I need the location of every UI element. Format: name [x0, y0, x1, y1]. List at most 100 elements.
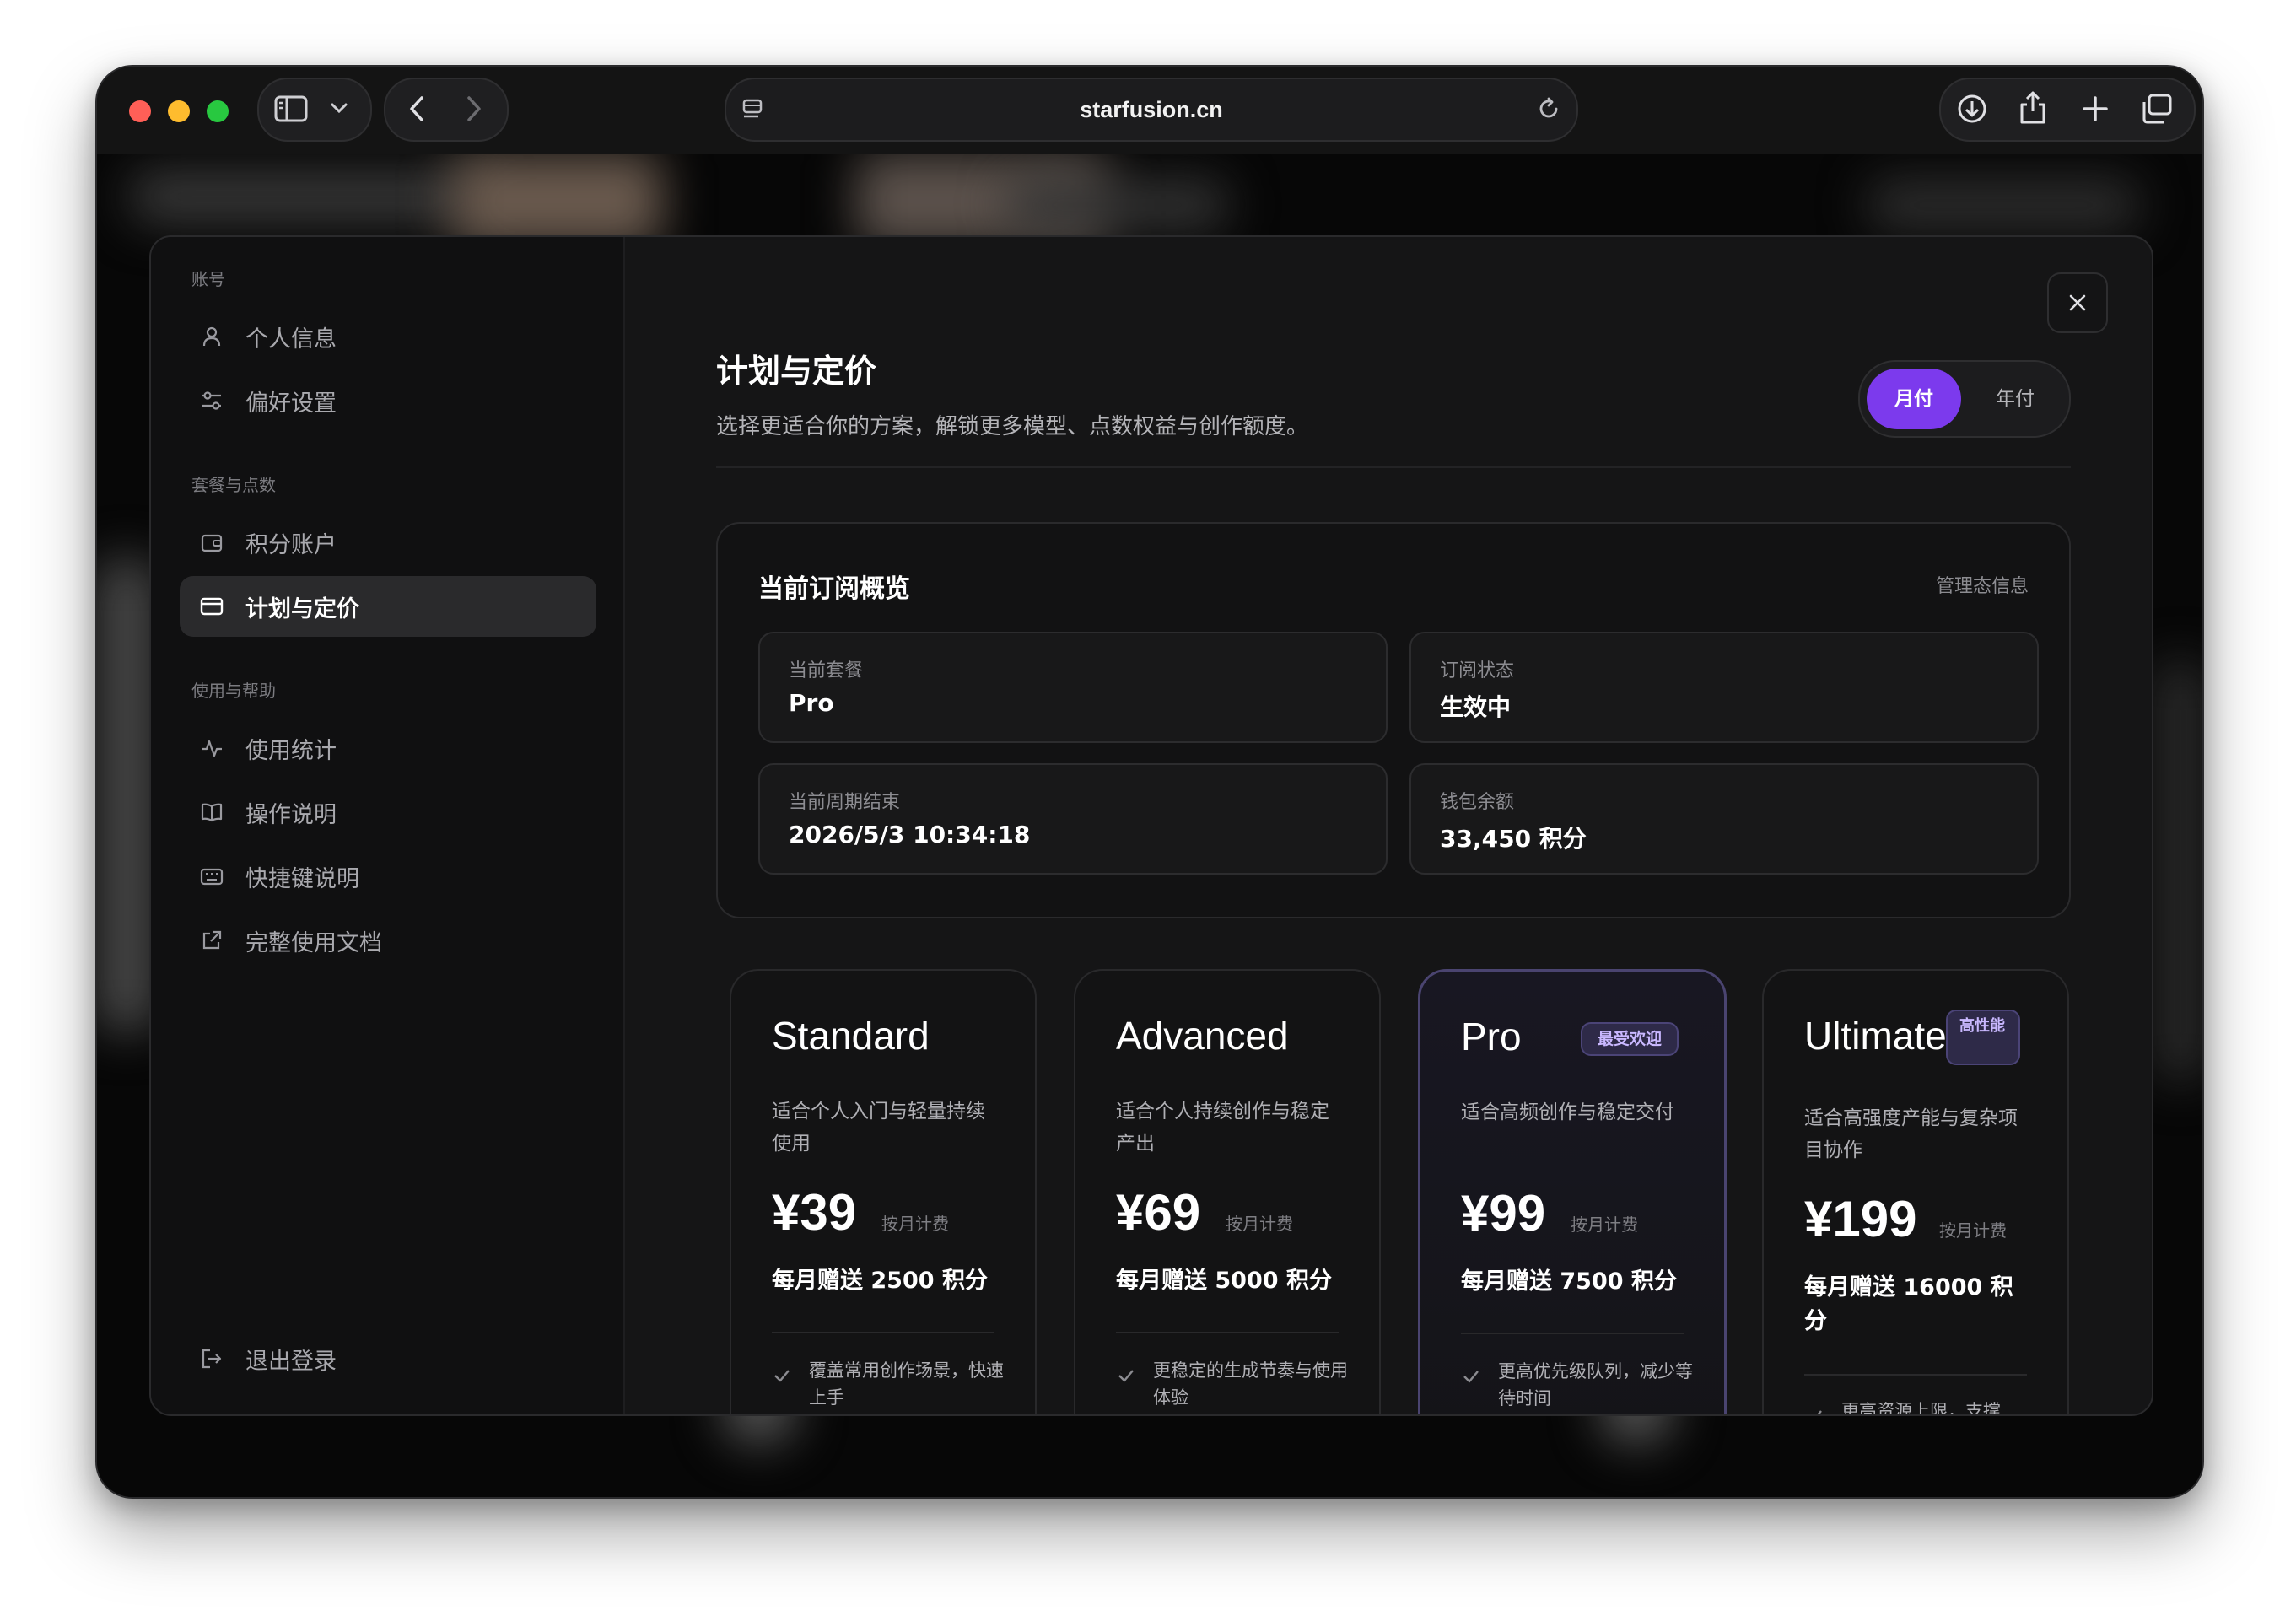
blurred-image-block	[451, 154, 662, 247]
new-tab-icon[interactable]	[2081, 94, 2110, 123]
browser-toolbar: starfusion.cn	[97, 67, 2202, 154]
subscription-status-field: 订阅状态 生效中	[1409, 632, 2039, 743]
settings-modal: 账号 个人信息 偏好设置 套餐与点数 积分账户 计划与定价 使用与帮助 使用统计…	[149, 235, 2153, 1416]
card-icon	[200, 595, 224, 618]
url-text: starfusion.cn	[1080, 97, 1223, 122]
address-bar[interactable]: starfusion.cn	[725, 78, 1578, 142]
current-plan-field: 当前套餐 Pro	[758, 632, 1388, 743]
sidebar-item-label: 使用统计	[245, 737, 337, 764]
minimize-window-button[interactable]	[168, 100, 190, 122]
plan-price: ¥199	[1804, 1191, 1917, 1247]
plan-billing-cycle: 按月计费	[1939, 1220, 2007, 1241]
back-icon[interactable]	[407, 94, 426, 123]
sidebar-section-account: 账号	[191, 269, 225, 289]
toolbar-actions	[1939, 78, 2196, 142]
plan-divider	[1116, 1332, 1339, 1333]
blurred-header-block	[131, 171, 485, 222]
plan-description: 适合个人持续创作与稳定产出	[1116, 1101, 1329, 1155]
sidebar-toggle-group	[257, 78, 372, 142]
sidebar-item-profile[interactable]: 个人信息	[180, 306, 596, 367]
keyboard-icon	[200, 864, 224, 888]
sidebar-item-label: 快捷键说明	[245, 865, 359, 892]
logout-button[interactable]: 退出登录	[180, 1328, 596, 1389]
tab-overview-icon[interactable]	[2140, 93, 2174, 125]
close-modal-button[interactable]	[2047, 272, 2108, 333]
check-icon	[1817, 1410, 1822, 1414]
blurred-side-block	[2155, 660, 2202, 1082]
plan-price: ¥99	[1461, 1185, 1546, 1241]
plan-divider	[772, 1332, 994, 1333]
sidebar-section-plans: 套餐与点数	[191, 475, 276, 495]
plan-price: ¥69	[1116, 1184, 1201, 1241]
sidebar-item-usage-stats[interactable]: 使用统计	[180, 718, 596, 778]
plan-description: 适合高频创作与稳定交付	[1461, 1101, 1674, 1123]
close-window-button[interactable]	[129, 100, 151, 122]
sidebar-item-credits[interactable]: 积分账户	[180, 512, 596, 573]
blurred-header-block	[1008, 180, 1227, 230]
pricing-panel: 计划与定价 选择更适合你的方案，解锁更多模型、点数权益与创作额度。 月付 年付 …	[625, 237, 2152, 1414]
logout-icon	[200, 1347, 224, 1371]
period-end-field: 当前周期结束 2026/5/3 10:34:18	[758, 763, 1388, 875]
check-icon	[1463, 1371, 1479, 1383]
plan-price: ¥39	[772, 1184, 857, 1241]
plan-card-ultimate[interactable]: Ultimate 高性能 适合高强度产能与复杂项目协作 ¥199 按月计费 每月…	[1762, 969, 2069, 1416]
sidebar-item-docs[interactable]: 完整使用文档	[180, 910, 596, 971]
wallet-balance-field: 钱包余额 33,450 积分	[1409, 763, 2039, 875]
external-link-icon	[200, 929, 224, 952]
plan-feature: 更高优先级队列，减少等待时间	[1498, 1361, 1693, 1408]
sidebar-item-label: 个人信息	[245, 326, 337, 353]
sidebar-item-label: 偏好设置	[245, 390, 337, 417]
close-icon	[2069, 294, 2086, 311]
check-icon	[1118, 1370, 1134, 1382]
plan-credits: 每月赠送 2500 积分	[772, 1268, 988, 1294]
nav-button-group	[384, 78, 509, 142]
field-key: 当前套餐	[789, 660, 864, 681]
field-key: 钱包余额	[1440, 792, 1515, 813]
plan-feature: 更高资源上限，支撑	[1841, 1401, 2001, 1416]
sidebar-item-pricing[interactable]: 计划与定价	[180, 576, 596, 637]
plan-card-pro[interactable]: Pro 最受欢迎 适合高频创作与稳定交付 ¥99 按月计费 每月赠送 7500 …	[1418, 969, 1727, 1414]
plan-credits: 每月赠送 5000 积分	[1116, 1268, 1332, 1294]
plan-billing-cycle: 按月计费	[881, 1214, 949, 1234]
share-icon[interactable]	[2018, 89, 2047, 125]
sidebar-icon[interactable]	[274, 94, 308, 123]
activity-icon	[200, 736, 224, 760]
manage-status-link[interactable]: 管理态信息	[1936, 571, 2029, 598]
sidebar-item-shortcuts[interactable]: 快捷键说明	[180, 846, 596, 907]
check-icon	[774, 1370, 790, 1382]
plan-name: Pro	[1461, 1015, 1522, 1058]
sidebar-item-preferences[interactable]: 偏好设置	[180, 370, 596, 431]
plan-feature: 覆盖常用创作场景，快速上手	[809, 1360, 1004, 1408]
field-value: 生效中	[1440, 693, 1512, 721]
sidebar-item-guide[interactable]: 操作说明	[180, 782, 596, 843]
billing-cycle-toggle: 月付 年付	[1858, 360, 2071, 438]
chevron-down-icon[interactable]	[330, 101, 348, 115]
plan-name: Advanced	[1116, 1014, 1289, 1058]
monthly-option[interactable]: 月付	[1867, 369, 1961, 429]
plan-credits: 每月赠送 7500 积分	[1461, 1268, 1677, 1295]
subscription-overview: 当前订阅概览 管理态信息 当前套餐 Pro 订阅状态 生效中 当前周期结束 20…	[716, 522, 2071, 918]
plan-description: 适合个人入门与轻量持续使用	[772, 1101, 985, 1155]
forward-icon[interactable]	[465, 94, 483, 123]
download-icon[interactable]	[1956, 93, 1988, 125]
plan-feature: 更稳定的生成节奏与使用体验	[1153, 1360, 1348, 1408]
logout-label: 退出登录	[245, 1348, 337, 1375]
zoom-window-button[interactable]	[207, 100, 229, 122]
yearly-option[interactable]: 年付	[1968, 369, 2062, 429]
blurred-header-block	[1868, 180, 2138, 230]
plan-billing-cycle: 按月计费	[1226, 1214, 1293, 1234]
plan-card-standard[interactable]: Standard 适合个人入门与轻量持续使用 ¥39 按月计费 每月赠送 250…	[730, 969, 1037, 1414]
overview-title: 当前订阅概览	[758, 574, 910, 604]
sidebar-item-label: 计划与定价	[245, 595, 359, 622]
plan-divider	[1804, 1374, 2027, 1376]
field-value: Pro	[789, 689, 834, 717]
page-title: 计划与定价	[716, 353, 877, 390]
reload-icon[interactable]	[1536, 96, 1561, 121]
performance-badge: 高性能	[1946, 1010, 2020, 1065]
plan-card-advanced[interactable]: Advanced 适合个人持续创作与稳定产出 ¥69 按月计费 每月赠送 500…	[1074, 969, 1381, 1414]
plan-name: Ultimate	[1804, 1014, 1947, 1058]
plan-divider	[1461, 1333, 1684, 1334]
field-value: 33,450 积分	[1440, 825, 1587, 853]
sidebar-item-label: 操作说明	[245, 801, 337, 828]
sidebar-item-label: 积分账户	[245, 531, 337, 558]
